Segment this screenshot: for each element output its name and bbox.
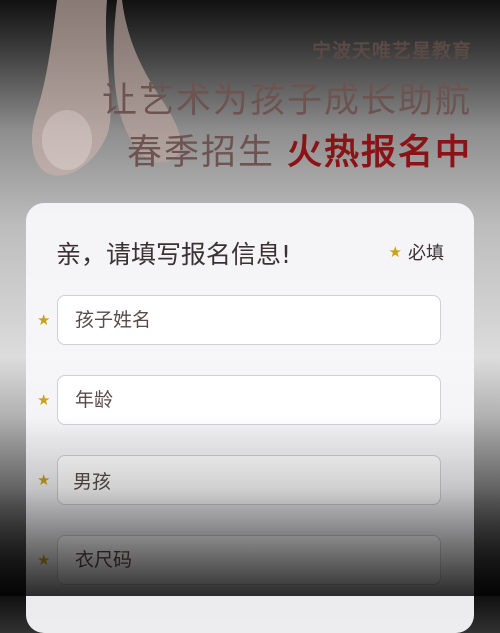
slogan-line-1: 让艺术为孩子成长助航	[101, 81, 472, 121]
field-row-age: ★	[26, 375, 474, 427]
star-icon: ★	[388, 243, 402, 261]
slogan-line-2: 春季招生 火热报名中	[127, 124, 472, 175]
required-legend-text: 必填	[408, 243, 444, 264]
gender-select-value: 男孩	[73, 470, 112, 493]
field-row-size: ★	[26, 535, 474, 587]
age-field[interactable]	[57, 375, 441, 425]
slogan-hot: 火热报名中	[286, 133, 472, 173]
required-legend: ★ 必填	[389, 239, 444, 265]
field-row-child-name: ★	[26, 295, 474, 347]
field-row-gender: ★ 男孩	[26, 455, 474, 507]
brand-name: 宁波天唯艺星教育	[311, 40, 472, 62]
size-input[interactable]	[73, 548, 440, 572]
size-field[interactable]	[57, 535, 441, 585]
star-icon: ★	[37, 471, 51, 489]
registration-form-card: 亲，请填写报名信息! ★ 必填 ★ ★ ★ 男孩 ★	[26, 203, 474, 633]
child-name-field[interactable]	[57, 295, 441, 345]
child-name-input[interactable]	[73, 308, 440, 332]
star-icon: ★	[37, 391, 51, 409]
star-icon: ★	[37, 311, 51, 329]
form-title: 亲，请填写报名信息!	[56, 240, 292, 269]
star-icon: ★	[37, 551, 51, 569]
gender-select[interactable]: 男孩	[57, 455, 441, 505]
age-input[interactable]	[73, 388, 440, 412]
slogan-prefix: 春季招生	[126, 133, 275, 173]
